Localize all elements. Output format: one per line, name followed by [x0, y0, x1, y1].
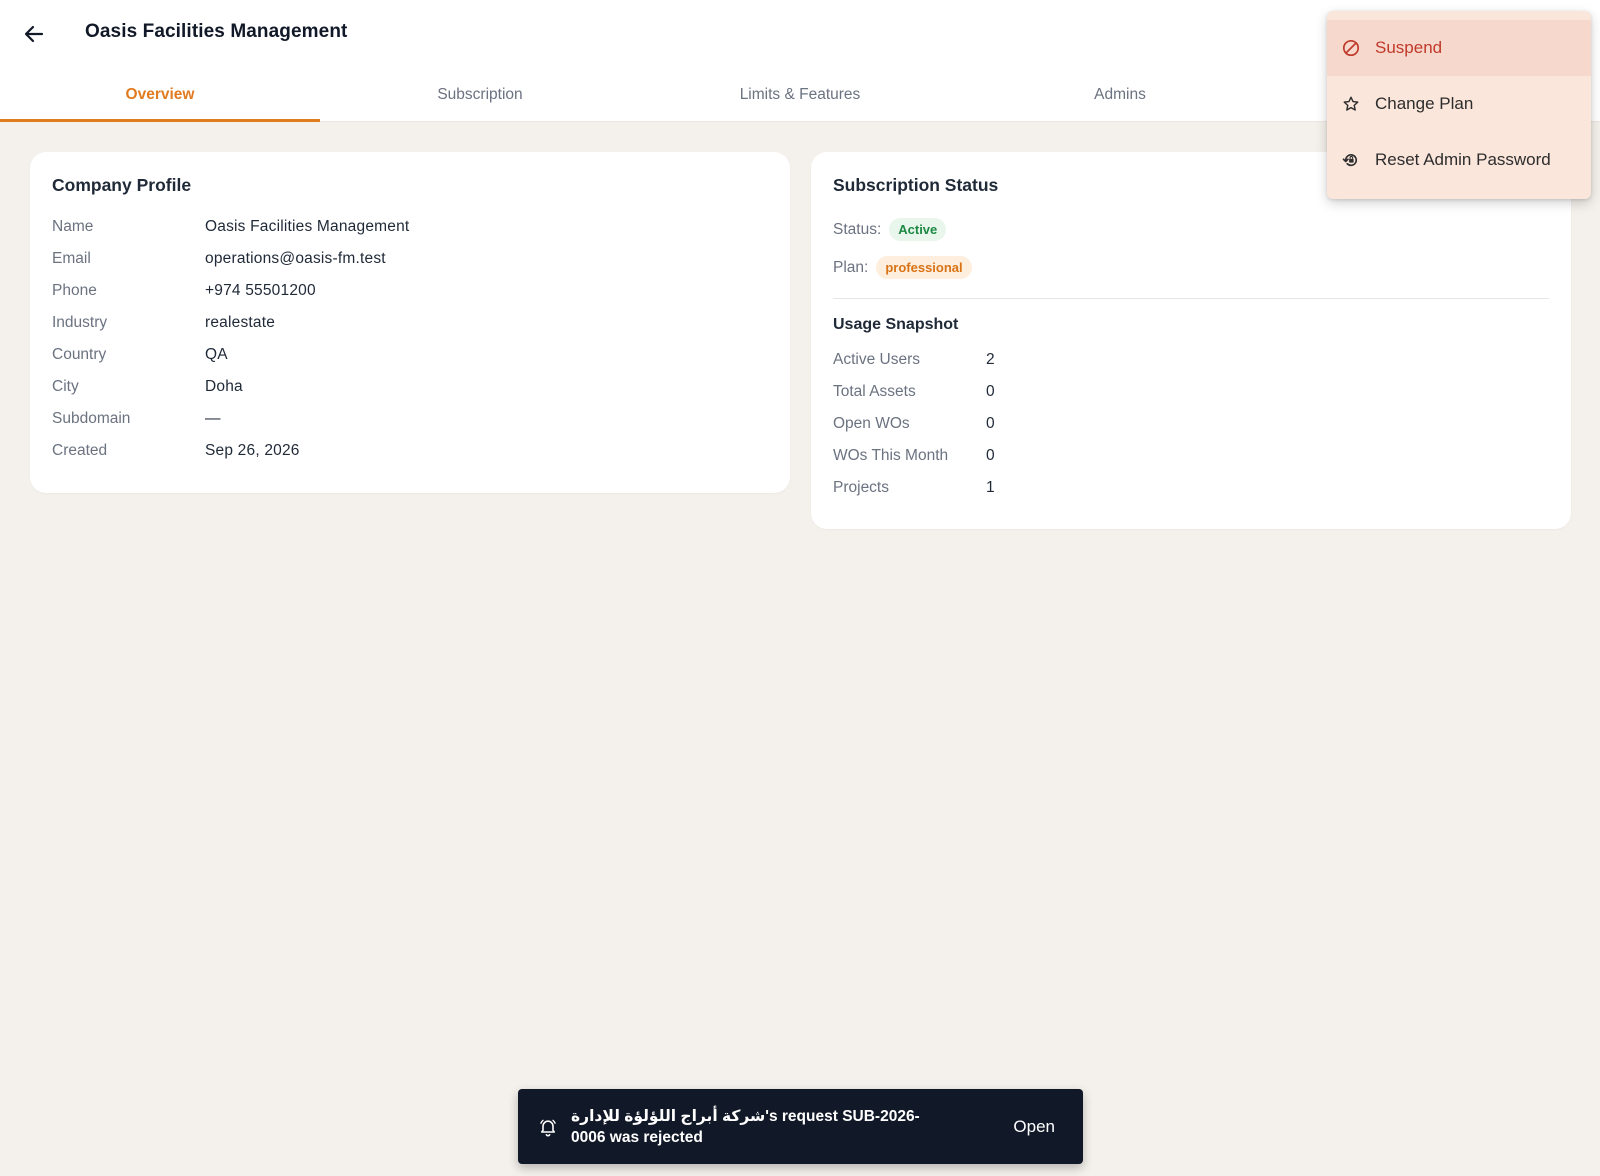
card-title: Subscription Status [833, 175, 999, 195]
divider [833, 298, 1549, 299]
tab-overview[interactable]: Overview [0, 68, 320, 122]
status-label: Status: [833, 220, 882, 238]
usage-label: WOs This Month [833, 447, 949, 464]
field-label: Created [52, 442, 108, 459]
toast-open-button[interactable]: Open [1005, 1109, 1063, 1145]
profile-row-email: Email operations@oasis-fm.test [52, 250, 386, 268]
plan-label: Plan: [833, 258, 869, 276]
field-label: Email [52, 250, 91, 267]
company-profile-card: Company Profile Name Oasis Facilities Ma… [30, 152, 790, 493]
profile-row-phone: Phone +974 55501200 [52, 282, 316, 300]
bell-icon [537, 1116, 559, 1138]
menu-item-label: Reset Admin Password [1375, 150, 1551, 169]
usage-row-open-wos: Open WOs 0 [833, 415, 995, 433]
field-value: +974 55501200 [205, 282, 316, 299]
toast-message: شركة أبراج اللؤلؤة للإدارة's request SUB… [571, 1107, 920, 1146]
field-label: Country [52, 346, 107, 363]
field-value: realestate [205, 314, 276, 331]
usage-row-active-users: Active Users 2 [833, 351, 995, 369]
usage-value: 0 [986, 383, 995, 400]
menu-item-suspend[interactable]: Suspend [1327, 20, 1591, 76]
ban-icon [1341, 38, 1361, 58]
usage-value: 0 [986, 447, 995, 464]
profile-row-created: Created Sep 26, 2026 [52, 442, 300, 460]
status-row: Status: Active [833, 218, 947, 241]
usage-value: 2 [986, 351, 995, 368]
card-title: Company Profile [52, 175, 192, 195]
tab-admins[interactable]: Admins [960, 68, 1280, 122]
usage-snapshot-title: Usage Snapshot [833, 316, 959, 333]
field-value: operations@oasis-fm.test [205, 250, 386, 267]
plan-row: Plan: professional [833, 256, 972, 279]
field-value: Doha [205, 378, 243, 395]
menu-item-label: Change Plan [1375, 94, 1474, 113]
field-value: Oasis Facilities Management [205, 218, 410, 235]
field-label: Phone [52, 282, 97, 299]
profile-row-industry: Industry realestate [52, 314, 275, 332]
field-label: Industry [52, 314, 108, 331]
profile-row-city: City Doha [52, 378, 243, 396]
notification-toast: شركة أبراج اللؤلؤة للإدارة's request SUB… [518, 1089, 1083, 1164]
field-label: City [52, 378, 79, 395]
usage-row-wos-this-month: WOs This Month 0 [833, 447, 995, 465]
back-button[interactable] [14, 14, 54, 54]
usage-label: Active Users [833, 351, 920, 368]
app: Oasis Facilities Management Overview Sub… [0, 0, 1600, 1176]
status-badge: Active [889, 218, 947, 241]
usage-label: Projects [833, 479, 889, 496]
usage-value: 0 [986, 415, 995, 432]
profile-row-name: Name Oasis Facilities Management [52, 218, 409, 236]
field-value: — [205, 410, 221, 427]
field-value: QA [205, 346, 228, 363]
lock-reset-icon [1341, 150, 1361, 170]
usage-label: Total Assets [833, 383, 916, 400]
menu-item-label: Suspend [1375, 38, 1443, 57]
star-icon [1341, 94, 1361, 114]
profile-row-country: Country QA [52, 346, 228, 364]
usage-label: Open WOs [833, 415, 910, 432]
actions-menu: Suspend Change Plan Reset Admin Password [1327, 11, 1591, 199]
tab-limits-features[interactable]: Limits & Features [640, 68, 960, 122]
subscription-status-card: Subscription Status Status: Active Plan:… [811, 152, 1571, 529]
profile-row-subdomain: Subdomain — [52, 410, 221, 428]
menu-item-reset-admin-password[interactable]: Reset Admin Password [1327, 132, 1591, 188]
page-title: Oasis Facilities Management [85, 21, 348, 42]
usage-row-projects: Projects 1 [833, 479, 995, 497]
field-value: Sep 26, 2026 [205, 442, 300, 459]
arrow-left-icon [24, 25, 44, 43]
usage-value: 1 [986, 479, 995, 496]
plan-badge: professional [876, 256, 972, 279]
field-label: Name [52, 218, 94, 235]
usage-row-total-assets: Total Assets 0 [833, 383, 995, 401]
menu-item-change-plan[interactable]: Change Plan [1327, 76, 1591, 132]
tab-subscription[interactable]: Subscription [320, 68, 640, 122]
field-label: Subdomain [52, 410, 131, 427]
